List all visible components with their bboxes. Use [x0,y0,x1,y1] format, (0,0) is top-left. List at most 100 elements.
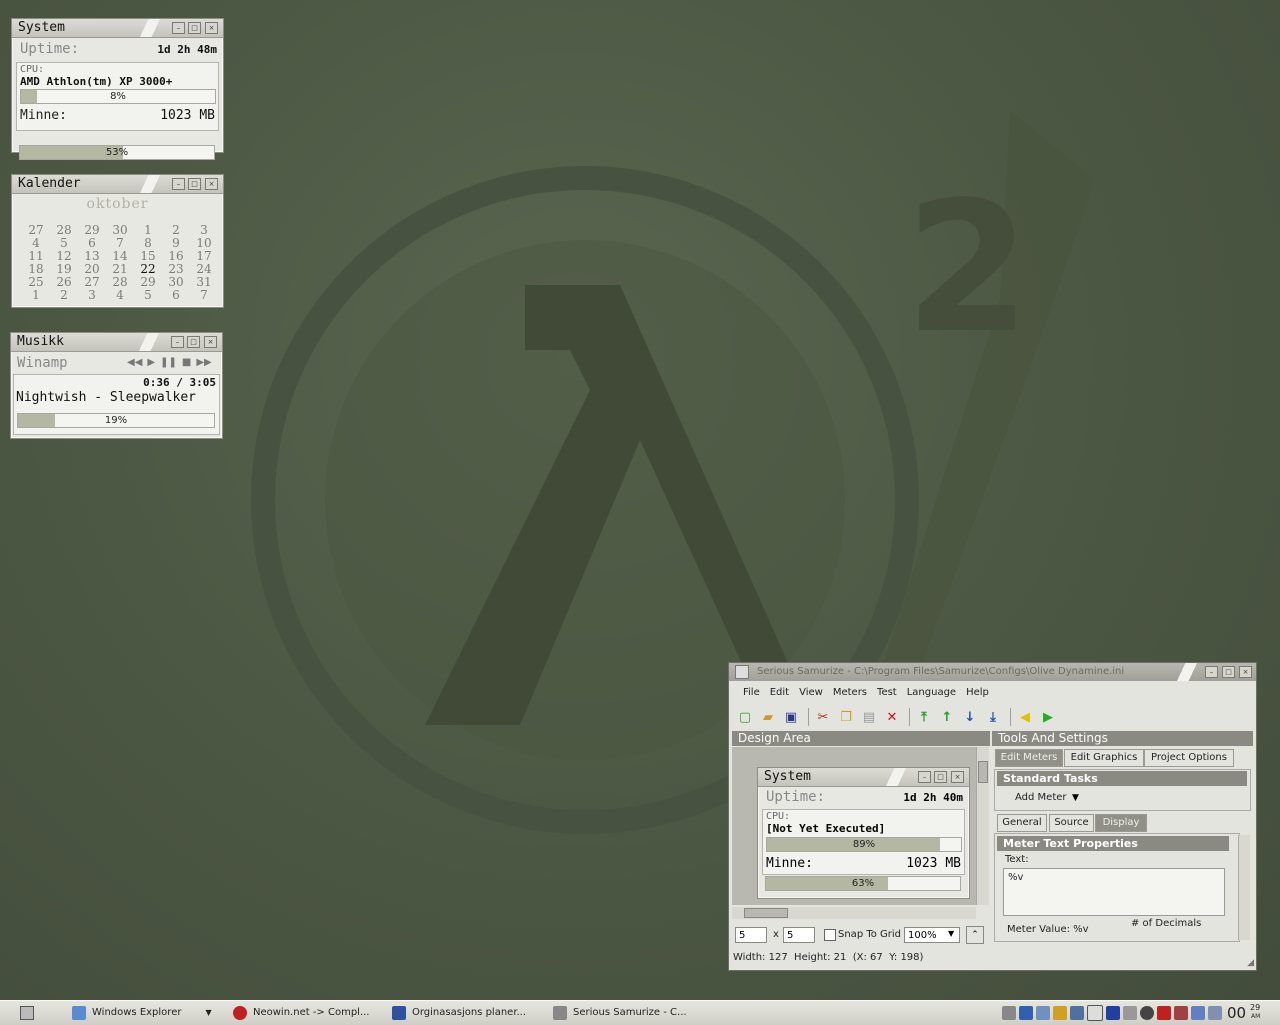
delete-icon[interactable]: ✕ [882,707,902,727]
forward-arrow-icon[interactable]: ▶ [1038,707,1058,727]
design-horizontal-scrollbar[interactable] [732,907,976,919]
add-meter-button[interactable]: Add Meter [1015,792,1067,803]
design-vertical-scrollbar[interactable] [976,747,989,905]
start-button[interactable] [20,1006,34,1020]
next-icon[interactable]: ▶▶ [196,357,211,368]
pause-icon[interactable]: ❚❚ [160,357,177,368]
maximize-icon[interactable]: □ [1222,666,1235,678]
tray-icon[interactable] [1036,1006,1050,1020]
tab-project-options[interactable]: Project Options [1144,749,1234,767]
opera-icon [233,1006,247,1020]
resize-grip-icon[interactable]: ◢ [1247,958,1254,968]
preview-system-widget[interactable]: System – □ × Uptime: 1d 2h 40m CPU: [Not… [757,767,970,899]
task-label: Orginasasjons planer... [412,1007,527,1018]
samurize-window: Serious Samurize - C:\Program Files\Samu… [728,662,1257,971]
calendar-grid: 27 28 29 30 1 2 3 4 5 6 7 8 9 10 11 12 13 14 15 16 17 18 19 20 2… [22,224,218,302]
move-top-icon[interactable]: ⤒ [914,707,934,727]
system-tray [1002,1003,1222,1023]
task-dropdown-icon[interactable]: ▼ [205,1003,211,1023]
paste-icon[interactable]: ▤ [859,707,879,727]
tray-icon[interactable] [1208,1006,1222,1020]
design-area-header: Design Area [732,731,990,746]
calendar-day: 1 [32,288,40,302]
tray-icon[interactable] [1053,1006,1067,1020]
tray-icon[interactable] [1070,1006,1084,1020]
svg-text:2: 2 [905,164,1030,373]
task-word-document[interactable]: Orginasasjons planer... [392,1003,526,1023]
add-meter-dropdown-icon[interactable]: ▼ [1072,793,1079,803]
task-neowin[interactable]: Neowin.net -> Compl... [233,1003,369,1023]
calendar-day: 4 [116,288,124,302]
cpu-name: [Not Yet Executed] [766,822,886,835]
calendar-widget-titlebar[interactable]: Kalender – □ × [12,175,223,194]
snap-to-grid-checkbox[interactable] [824,929,836,941]
grid-x-input[interactable]: 5 [735,927,767,943]
minimize-icon[interactable]: – [171,336,184,348]
tray-icon[interactable] [1157,1006,1171,1020]
subtab-general[interactable]: General [997,814,1047,832]
volume-icon[interactable] [1191,1006,1205,1020]
task-windows-explorer[interactable]: Windows Explorer ▼ [72,1003,212,1023]
properties-scrollbar[interactable] [1238,835,1250,940]
menu-item-view[interactable]: View [799,687,823,698]
open-folder-icon[interactable]: ▰ [758,707,778,727]
scroll-thumb[interactable] [978,761,988,783]
menu-item-help[interactable]: Help [966,687,989,698]
close-icon[interactable]: × [205,22,218,34]
collapse-icon[interactable]: ⌃ [966,926,984,944]
menu-item-edit[interactable]: Edit [770,687,789,698]
toolbar-separator [1010,708,1011,726]
preview-titlebar: System – □ × [758,768,969,787]
music-widget-titlebar[interactable]: Musikk – □ × [11,333,222,352]
tray-icon[interactable] [1174,1006,1188,1020]
maximize-icon[interactable]: □ [187,336,200,348]
app-titlebar[interactable]: Serious Samurize - C:\Program Files\Samu… [729,663,1256,681]
tray-icon[interactable] [1002,1006,1016,1020]
save-icon[interactable]: ▣ [781,707,801,727]
clock-hour: 00 [1227,1004,1247,1022]
app-icon [735,665,749,679]
mail-icon[interactable] [1087,1005,1103,1021]
close-icon[interactable]: × [1239,666,1252,678]
tray-icon[interactable] [1106,1006,1120,1020]
move-up-icon[interactable]: ↑ [937,707,957,727]
cut-icon[interactable]: ✂ [813,707,833,727]
text-input[interactable]: %v [1003,868,1225,916]
menu-item-test[interactable]: Test [877,687,897,698]
calendar-month: oktober [86,196,149,212]
tray-icon[interactable] [1140,1006,1154,1020]
tab-edit-graphics[interactable]: Edit Graphics [1064,749,1144,767]
stop-icon[interactable]: ■ [182,357,191,368]
scroll-thumb[interactable] [744,908,788,918]
subtab-source[interactable]: Source [1049,814,1094,832]
minimize-icon[interactable]: – [172,178,185,190]
task-serious-samurize[interactable]: Serious Samurize - C... [553,1003,687,1023]
new-file-icon[interactable]: ▢ [735,707,755,727]
close-icon[interactable]: × [204,336,217,348]
previous-icon[interactable]: ◀◀ [127,357,142,368]
menu-item-meters[interactable]: Meters [833,687,867,698]
move-down-icon[interactable]: ↓ [960,707,980,727]
design-area[interactable]: System – □ × Uptime: 1d 2h 40m CPU: [Not… [732,747,976,905]
zoom-dropdown-icon[interactable]: ▼ [948,929,954,938]
copy-icon[interactable]: ❐ [836,707,856,727]
menu-item-file[interactable]: File [743,687,760,698]
minimize-icon[interactable]: – [172,22,185,34]
menu-item-language[interactable]: Language [907,687,956,698]
network-icon[interactable] [1019,1006,1033,1020]
maximize-icon[interactable]: □ [188,22,201,34]
maximize-icon[interactable]: □ [188,178,201,190]
system-widget-titlebar[interactable]: System – □ × [12,19,223,38]
grid-y-input[interactable]: 5 [783,927,815,943]
close-icon[interactable]: × [205,178,218,190]
play-icon[interactable]: ▶ [147,357,155,368]
subtab-display[interactable]: Display [1095,814,1147,832]
minimize-icon[interactable]: – [1205,666,1218,678]
player-controls: ◀◀ ▶ ❚❚ ■ ▶▶ [127,357,212,368]
back-arrow-icon[interactable]: ◀ [1015,707,1035,727]
calendar-day: 2 [60,288,68,302]
tray-icon[interactable] [1123,1006,1137,1020]
tab-edit-meters[interactable]: Edit Meters [995,749,1063,767]
grid-separator: x [773,929,779,940]
move-bottom-icon[interactable]: ⤓ [983,707,1003,727]
